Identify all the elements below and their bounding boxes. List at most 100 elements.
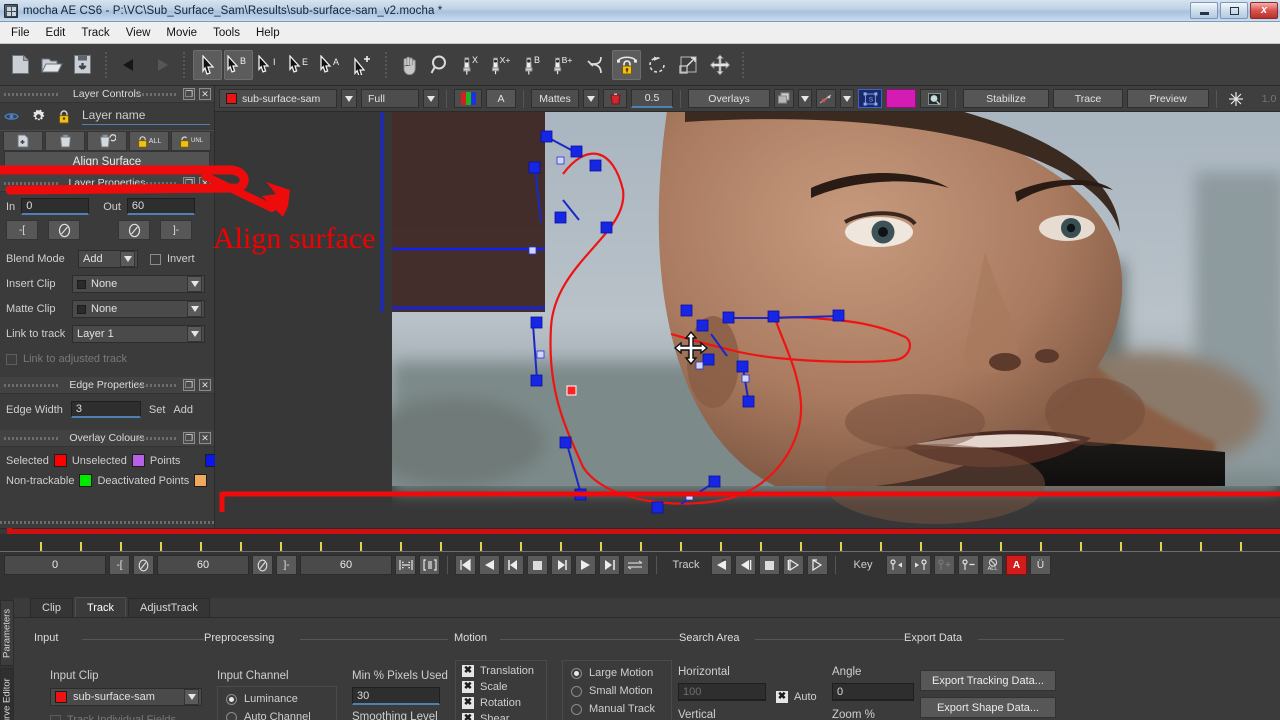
open-project-icon[interactable] (37, 50, 66, 80)
overlay-unselected-swatch[interactable] (131, 454, 145, 467)
clip-select[interactable]: sub-surface-sam (219, 89, 337, 108)
luminance-radio[interactable] (226, 693, 237, 705)
in-field[interactable]: 0 (21, 198, 90, 215)
overlay-selected-swatch[interactable] (53, 454, 67, 467)
step-backward-button[interactable] (503, 555, 524, 575)
rotate-tool-icon[interactable] (643, 50, 672, 80)
mattes-select[interactable]: Mattes (531, 89, 579, 108)
menu-item-help[interactable]: Help (248, 25, 288, 41)
pen-bplus-tool-icon[interactable]: B+ (550, 50, 579, 80)
out-frame-field[interactable]: 60 (300, 555, 392, 575)
gamma-field[interactable]: 1.0 (1252, 89, 1280, 108)
delete-all-layers-button[interactable] (87, 131, 127, 151)
track-backward-button[interactable] (711, 555, 732, 575)
set-in-frame-button[interactable]: -[ (109, 555, 130, 575)
pen-x-tool-icon[interactable]: X (457, 50, 486, 80)
undock-panel-icon[interactable]: ❐ (183, 177, 195, 189)
delete-keyframe-button[interactable] (958, 555, 979, 575)
menu-item-file[interactable]: File (3, 25, 38, 41)
rgb-channels-icon[interactable] (454, 89, 482, 108)
translation-checkbox[interactable]: ✖ (462, 665, 474, 677)
undock-panel-icon[interactable]: ❐ (183, 88, 195, 100)
large-motion-radio[interactable] (571, 667, 582, 679)
horizontal-field[interactable]: 100 (678, 683, 766, 701)
set-out-point-button[interactable]: ]- (160, 220, 192, 240)
select-plus-tool-icon[interactable] (348, 50, 377, 80)
input-clip-select[interactable]: sub-surface-sam (50, 688, 202, 706)
go-to-end-button[interactable] (599, 555, 620, 575)
play-forward-button[interactable] (575, 555, 596, 575)
add-keyframe-button[interactable] (934, 555, 955, 575)
nudge-out-button[interactable] (118, 220, 150, 240)
rotation-checkbox[interactable]: ✖ (462, 697, 474, 709)
lock-all-button[interactable]: ALL (129, 131, 169, 151)
nudge-out-frame-button[interactable] (252, 555, 273, 575)
new-project-icon[interactable] (6, 50, 35, 80)
set-out-frame-button[interactable]: ]- (276, 555, 297, 575)
layers-icon[interactable] (774, 89, 794, 108)
matte-bucket-icon[interactable] (603, 89, 627, 108)
bezier-tool-icon[interactable] (581, 50, 610, 80)
close-panel-icon[interactable]: ✕ (199, 379, 211, 391)
next-keyframe-button[interactable] (910, 555, 931, 575)
trace-button[interactable]: Trace (1053, 89, 1123, 108)
clip-select-arrow[interactable] (341, 89, 357, 108)
pen-xplus-tool-icon[interactable]: X+ (488, 50, 517, 80)
save-project-icon[interactable] (68, 50, 97, 80)
menu-item-movie[interactable]: Movie (158, 25, 205, 41)
expand-range-button[interactable] (419, 555, 440, 575)
fit-range-button[interactable] (395, 555, 416, 575)
roto-spline-overlay[interactable] (215, 112, 1280, 528)
side-tab-parameters[interactable]: Parameters (0, 600, 14, 666)
undo-arrow-icon[interactable] (115, 50, 144, 80)
align-surface-button[interactable]: Align Surface (4, 151, 210, 172)
min-pixels-field[interactable]: 30 (352, 687, 440, 705)
blend-mode-select[interactable]: Add (78, 250, 138, 268)
zoom-magnifier-tool-icon[interactable] (426, 50, 455, 80)
track-point-icon[interactable] (816, 89, 836, 108)
stabilize-button[interactable]: Stabilize (963, 89, 1049, 108)
invert-checkbox[interactable] (150, 253, 161, 265)
edge-width-field[interactable]: 3 (70, 401, 141, 418)
undock-panel-icon[interactable]: ❐ (183, 432, 195, 444)
select-b-tool-icon[interactable]: B (224, 49, 253, 80)
current-frame-field[interactable]: 0 (4, 555, 106, 575)
grid-colour-swatch[interactable] (886, 89, 916, 108)
auto-checkbox[interactable]: ✖ (776, 691, 788, 703)
track-stop-button[interactable] (759, 555, 780, 575)
angle-field[interactable]: 0 (832, 683, 914, 701)
minimize-button[interactable] (1190, 2, 1218, 19)
overlay-deactivated-swatch[interactable] (194, 474, 208, 487)
matte-clip-select[interactable]: None (72, 300, 205, 318)
tab-clip[interactable]: Clip (30, 598, 73, 617)
link-to-track-select[interactable]: Layer 1 (72, 325, 205, 343)
nudge-in-frame-button[interactable] (133, 555, 154, 575)
delete-all-keyframes-button[interactable]: ALL (982, 555, 1003, 575)
snowflake-icon[interactable] (1224, 89, 1248, 108)
select-tool-icon[interactable] (193, 49, 222, 80)
tab-track[interactable]: Track (74, 597, 127, 617)
add-layer-button[interactable] (3, 131, 43, 151)
eye-icon[interactable] (4, 111, 19, 122)
select-e-tool-icon[interactable]: E (286, 50, 315, 80)
delete-layer-button[interactable] (45, 131, 85, 151)
scale-checkbox[interactable]: ✖ (462, 681, 474, 693)
track-forward-step-button[interactable] (783, 555, 804, 575)
timeline-ruler[interactable] (0, 534, 1280, 552)
small-motion-radio[interactable] (571, 685, 582, 697)
alpha-channel-button[interactable]: A (486, 89, 516, 108)
shear-checkbox[interactable]: ✖ (462, 713, 474, 720)
tab-adjusttrack[interactable]: AdjustTrack (128, 598, 210, 617)
layers-arrow[interactable] (798, 89, 812, 108)
edge-set-button[interactable]: Set (149, 404, 166, 416)
scale-tool-icon[interactable] (674, 50, 703, 80)
play-backward-button[interactable] (479, 555, 500, 575)
magnify-patch-icon[interactable] (920, 89, 948, 108)
export-shape-data-button[interactable]: Export Shape Data... (920, 697, 1056, 718)
surface-box-icon[interactable]: S (858, 89, 882, 108)
menu-item-tools[interactable]: Tools (205, 25, 248, 41)
gear-icon[interactable] (31, 109, 46, 124)
track-point-arrow[interactable] (840, 89, 854, 108)
prev-keyframe-button[interactable] (886, 555, 907, 575)
menu-item-track[interactable]: Track (73, 25, 117, 41)
